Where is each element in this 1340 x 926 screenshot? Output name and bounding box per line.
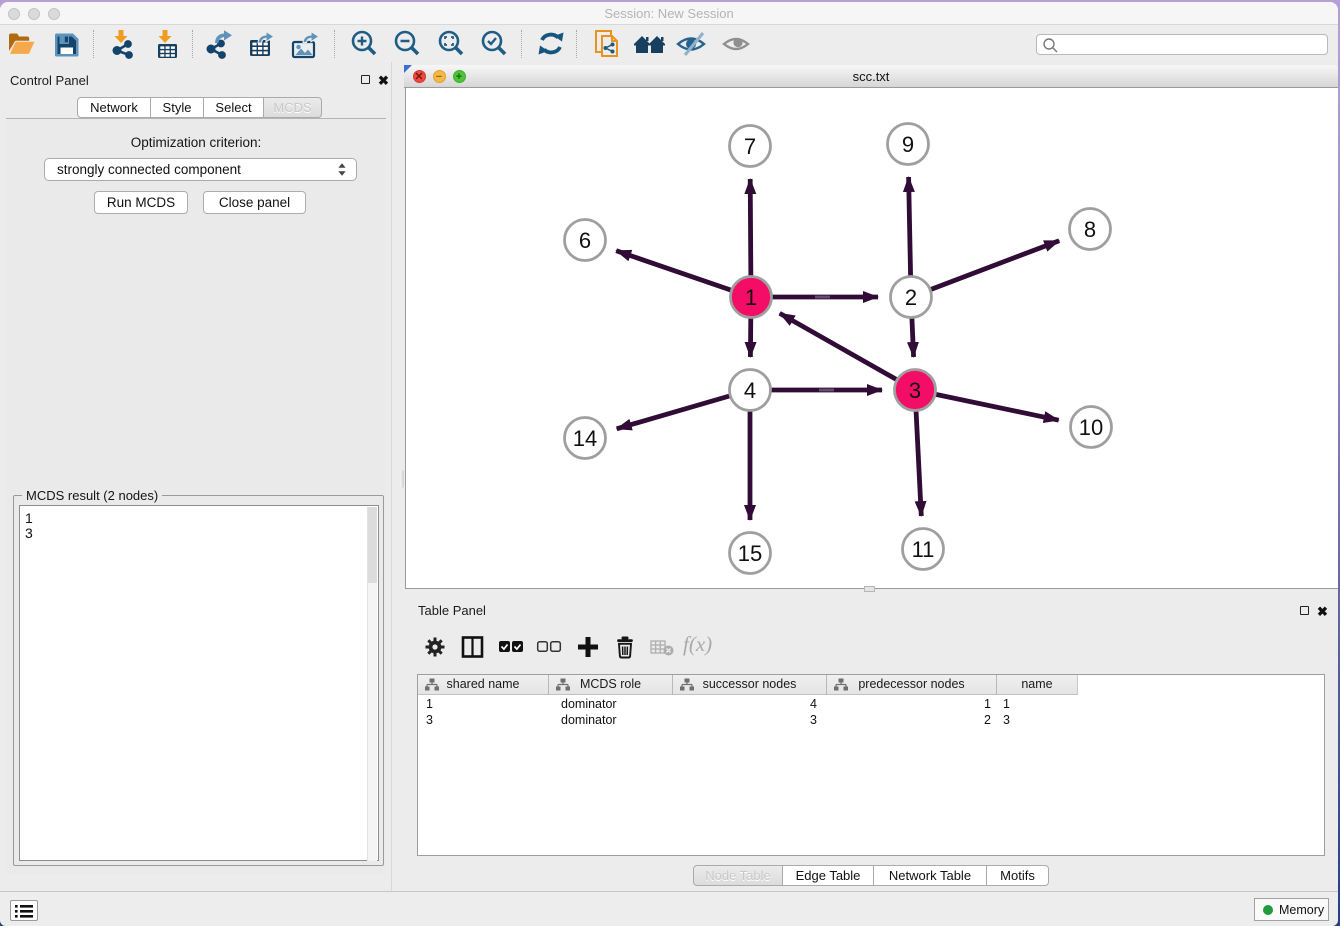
svg-text:11: 11 (912, 537, 935, 562)
svg-text:10: 10 (1079, 415, 1103, 440)
svg-text:1: 1 (745, 285, 757, 310)
svg-text:2: 2 (905, 285, 917, 310)
svg-text:6: 6 (579, 228, 591, 253)
svg-text:4: 4 (744, 378, 756, 403)
svg-text:15: 15 (738, 541, 762, 566)
svg-text:8: 8 (1084, 217, 1096, 242)
svg-text:14: 14 (573, 426, 597, 451)
svg-text:7: 7 (744, 134, 756, 159)
svg-text:3: 3 (909, 378, 921, 403)
svg-text:9: 9 (902, 132, 914, 157)
